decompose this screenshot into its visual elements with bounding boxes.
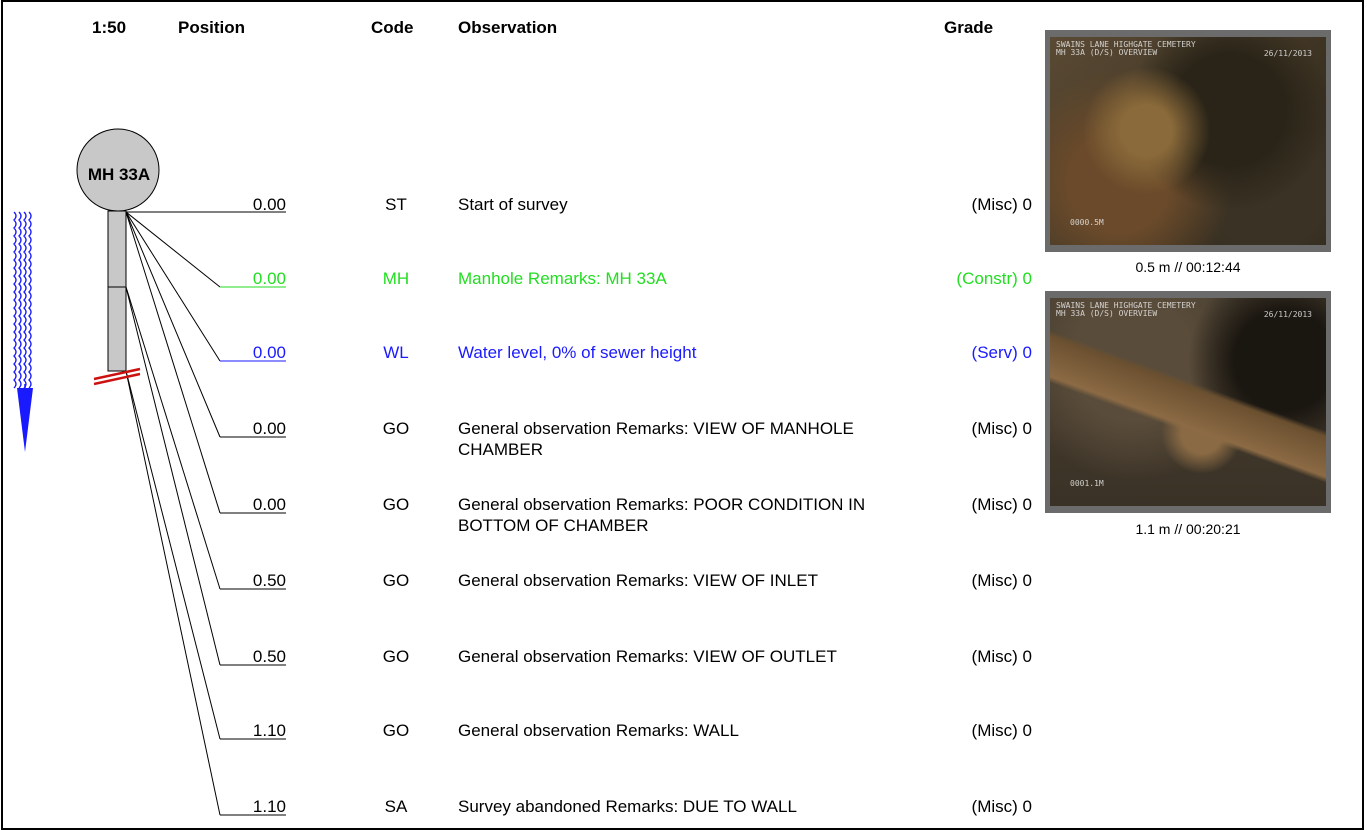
cctv-photo[interactable]: SWAINS LANE HIGHGATE CEMETERY MH 33A (D/… xyxy=(1045,291,1331,513)
row-position: 1.10 xyxy=(252,797,286,816)
row-observation: Manhole Remarks: MH 33A xyxy=(458,269,667,288)
row-observation: General observation Remarks: VIEW OF OUT… xyxy=(458,647,837,666)
photo-overlay-text: SWAINS LANE HIGHGATE CEMETERY MH 33A (D/… xyxy=(1056,301,1196,318)
row-observation: General observation Remarks: WALL xyxy=(458,721,739,740)
cctv-image: SWAINS LANE HIGHGATE CEMETERY MH 33A (D/… xyxy=(1050,37,1326,245)
manhole-label: MH 33A xyxy=(87,165,151,184)
photo-caption: 0.5 m // 00:12:44 xyxy=(1135,259,1241,275)
row-code: MH xyxy=(382,269,410,288)
photo-caption: 1.1 m // 00:20:21 xyxy=(1135,521,1241,537)
photo-overlay-date: 26/11/2013 xyxy=(1263,310,1312,319)
grade-header: Grade xyxy=(944,18,994,37)
row-grade: (Serv) 0 xyxy=(971,343,1032,362)
row-observation: Survey abandoned Remarks: DUE TO WALL xyxy=(458,797,797,816)
row-code: GO xyxy=(382,419,410,438)
pipe-segment xyxy=(107,286,127,372)
photo-overlay-date: 26/11/2013 xyxy=(1263,49,1312,58)
photo-overlay-text: SWAINS LANE HIGHGATE CEMETERY MH 33A (D/… xyxy=(1056,40,1196,57)
row-grade: (Constr) 0 xyxy=(956,269,1032,288)
row-grade: (Misc) 0 xyxy=(971,647,1032,666)
flow-wave xyxy=(28,211,32,389)
pipe-diagram xyxy=(13,128,286,816)
row-grade: (Misc) 0 xyxy=(971,495,1032,514)
row-position: 0.50 xyxy=(252,647,286,666)
row-grade: (Misc) 0 xyxy=(971,195,1032,214)
row-code: SA xyxy=(384,797,408,816)
row-position: 0.00 xyxy=(252,269,286,288)
row-grade: (Misc) 0 xyxy=(971,419,1032,438)
row-observation: General observation Remarks: VIEW OF MAN… xyxy=(458,419,854,459)
photo-overlay-distance: 0001.1M xyxy=(1070,479,1104,488)
row-code: GO xyxy=(382,721,410,740)
cctv-photo[interactable]: SWAINS LANE HIGHGATE CEMETERY MH 33A (D/… xyxy=(1045,30,1331,252)
row-observation: General observation Remarks: POOR CONDIT… xyxy=(458,495,866,535)
row-code: WL xyxy=(383,343,409,362)
row-observation: Start of survey xyxy=(458,195,568,214)
row-code: ST xyxy=(385,195,407,214)
flow-arrow-head xyxy=(17,388,33,452)
abandon-mark xyxy=(93,372,141,386)
code-header: Code xyxy=(371,18,414,37)
row-observation: General observation Remarks: VIEW OF INL… xyxy=(458,571,818,590)
row-position: 0.50 xyxy=(252,571,286,590)
row-position: 0.00 xyxy=(252,495,286,514)
row-position: 1.10 xyxy=(252,721,286,740)
row-observation: Water level, 0% of sewer height xyxy=(458,343,697,362)
row-code: GO xyxy=(382,571,410,590)
row-code: GO xyxy=(382,495,410,514)
row-grade: (Misc) 0 xyxy=(971,571,1032,590)
cctv-image: SWAINS LANE HIGHGATE CEMETERY MH 33A (D/… xyxy=(1050,298,1326,506)
row-position: 0.00 xyxy=(252,195,286,214)
pipe-segment xyxy=(107,210,127,288)
row-grade: (Misc) 0 xyxy=(971,721,1032,740)
row-position: 0.00 xyxy=(252,419,286,438)
photo-overlay-distance: 0000.5M xyxy=(1070,218,1104,227)
row-position: 0.00 xyxy=(252,343,286,362)
row-code: GO xyxy=(382,647,410,666)
flow-wave xyxy=(23,211,27,389)
flow-wave xyxy=(13,211,17,389)
row-grade: (Misc) 0 xyxy=(971,797,1032,816)
observation-header: Observation xyxy=(458,18,558,37)
flow-wave xyxy=(18,211,22,389)
leader-line xyxy=(125,211,221,438)
